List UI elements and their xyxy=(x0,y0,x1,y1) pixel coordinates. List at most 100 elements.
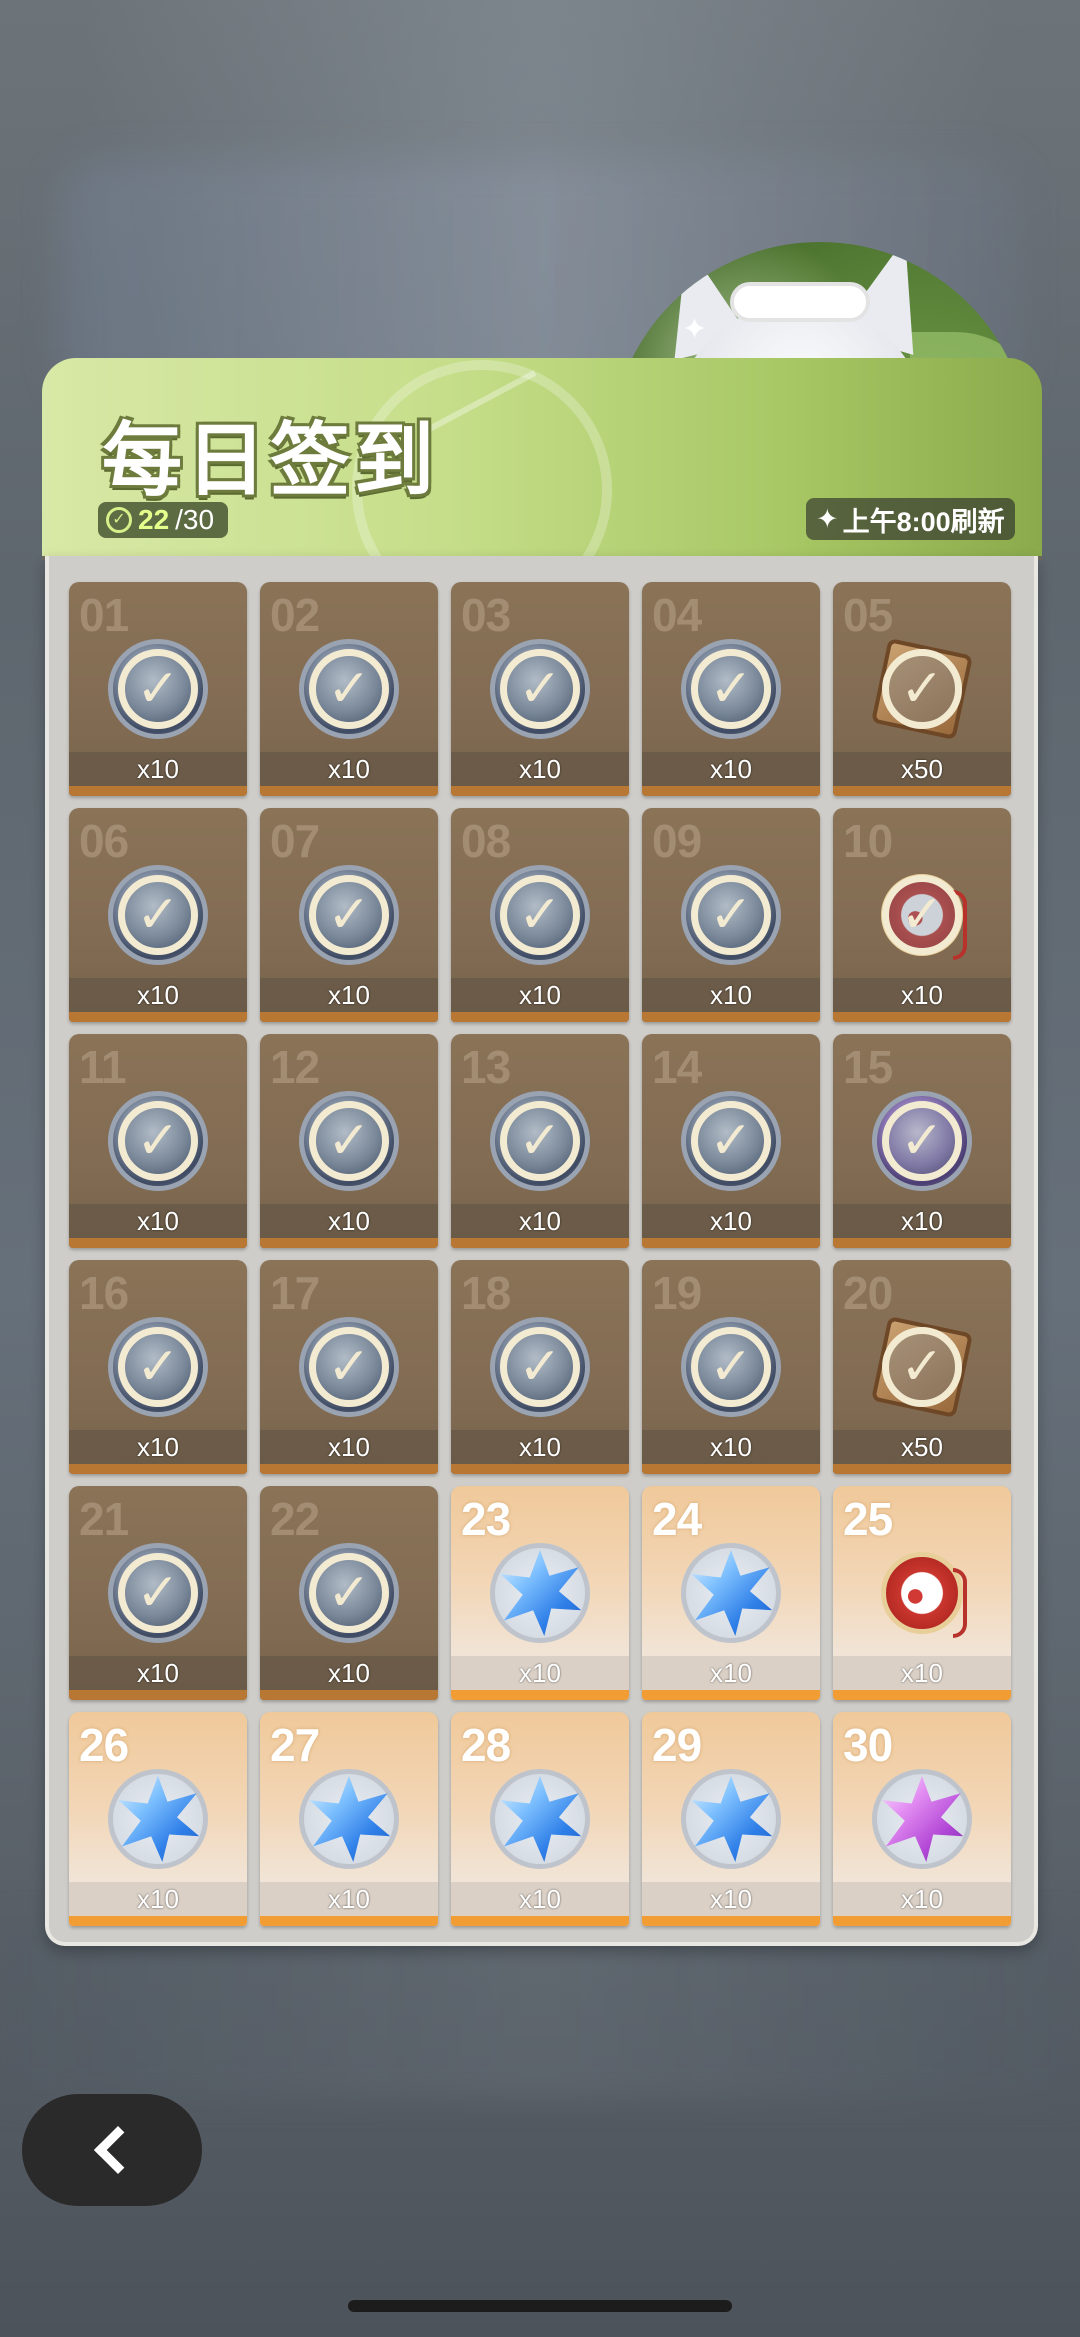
reward-cell-day-24[interactable]: 24 x10 xyxy=(642,1486,820,1700)
medal-icon: ✓ xyxy=(103,634,213,744)
blue-crystal-icon xyxy=(294,1764,404,1874)
reward-cell-day-19[interactable]: 19 ✓ x10 xyxy=(642,1260,820,1474)
reward-cell-day-23[interactable]: 23 x10 xyxy=(451,1486,629,1700)
claimed-check-icon: ✓ xyxy=(118,875,198,955)
claimed-check-icon: ✓ xyxy=(118,1553,198,1633)
reward-quantity: x10 xyxy=(137,979,179,1010)
paw-pouch-icon: ● xyxy=(867,1538,977,1648)
quantity-bar: x10 xyxy=(69,1882,247,1916)
claimed-check-icon: ✓ xyxy=(118,1101,198,1181)
reward-cell-day-30[interactable]: 30 x10 xyxy=(833,1712,1011,1926)
reward-quantity: x10 xyxy=(710,1205,752,1236)
blue-crystal-icon xyxy=(485,1538,595,1648)
claimed-check-icon: ✓ xyxy=(882,1101,962,1181)
cell-stripe xyxy=(833,1916,1011,1926)
reward-cell-day-17[interactable]: 17 ✓ x10 xyxy=(260,1260,438,1474)
quantity-bar: x10 xyxy=(451,978,629,1012)
cell-stripe xyxy=(69,1464,247,1474)
reward-cell-day-04[interactable]: 04 ✓ x10 xyxy=(642,582,820,796)
medal-icon: ✓ xyxy=(676,1086,786,1196)
quantity-bar: x10 xyxy=(69,1656,247,1690)
chevron-left-icon xyxy=(93,2125,143,2175)
reward-cell-day-26[interactable]: 26 x10 xyxy=(69,1712,247,1926)
cell-stripe xyxy=(833,1690,1011,1700)
reward-quantity: x10 xyxy=(328,1431,370,1462)
medal-icon: ✓ xyxy=(676,634,786,744)
reward-quantity: x10 xyxy=(137,753,179,784)
medal-icon: ✓ xyxy=(294,1538,404,1648)
quantity-bar: x10 xyxy=(260,1430,438,1464)
reward-cell-day-18[interactable]: 18 ✓ x10 xyxy=(451,1260,629,1474)
quantity-bar: x10 xyxy=(260,978,438,1012)
quantity-bar: x10 xyxy=(642,1430,820,1464)
quantity-bar: x10 xyxy=(451,752,629,786)
cell-stripe xyxy=(69,1690,247,1700)
reward-quantity: x10 xyxy=(519,979,561,1010)
reward-cell-day-20[interactable]: 20 ✓ x50 xyxy=(833,1260,1011,1474)
reward-cell-day-02[interactable]: 02 ✓ x10 xyxy=(260,582,438,796)
reward-quantity: x10 xyxy=(901,1657,943,1688)
cell-stripe xyxy=(833,1012,1011,1022)
reward-cell-day-15[interactable]: 15 ✓ x10 xyxy=(833,1034,1011,1248)
reward-quantity: x10 xyxy=(901,1205,943,1236)
quantity-bar: x10 xyxy=(260,1656,438,1690)
medal-icon: ✓ xyxy=(294,1312,404,1422)
reward-quantity: x10 xyxy=(519,753,561,784)
medal-icon: ✓ xyxy=(103,1312,213,1422)
cell-stripe xyxy=(833,1464,1011,1474)
cell-stripe xyxy=(833,1238,1011,1248)
reward-quantity: x10 xyxy=(519,1657,561,1688)
purple-crystal-icon xyxy=(867,1764,977,1874)
reward-quantity: x10 xyxy=(710,1431,752,1462)
back-button[interactable] xyxy=(22,2094,202,2206)
reward-cell-day-29[interactable]: 29 x10 xyxy=(642,1712,820,1926)
home-indicator xyxy=(348,2300,732,2312)
cell-stripe xyxy=(260,786,438,796)
blue-crystal-icon xyxy=(485,1764,595,1874)
reward-cell-day-09[interactable]: 09 ✓ x10 xyxy=(642,808,820,1022)
reward-quantity: x10 xyxy=(328,1883,370,1914)
reward-cell-day-25[interactable]: 25 ● x10 xyxy=(833,1486,1011,1700)
medal-icon: ✓ xyxy=(294,860,404,970)
medal-icon: ✓ xyxy=(294,1086,404,1196)
reward-cell-day-12[interactable]: 12 ✓ x10 xyxy=(260,1034,438,1248)
reward-quantity: x10 xyxy=(519,1883,561,1914)
reward-cell-day-08[interactable]: 08 ✓ x10 xyxy=(451,808,629,1022)
reward-cell-day-27[interactable]: 27 x10 xyxy=(260,1712,438,1926)
quantity-bar: x10 xyxy=(69,1204,247,1238)
reward-cell-day-06[interactable]: 06 ✓ x10 xyxy=(69,808,247,1022)
quantity-bar: x10 xyxy=(451,1430,629,1464)
reward-cell-day-13[interactable]: 13 ✓ x10 xyxy=(451,1034,629,1248)
quantity-bar: x10 xyxy=(451,1204,629,1238)
ticket-icon: ✓ xyxy=(867,634,977,744)
reward-quantity: x10 xyxy=(328,1657,370,1688)
claimed-check-icon: ✓ xyxy=(500,875,580,955)
reward-cell-day-21[interactable]: 21 ✓ x10 xyxy=(69,1486,247,1700)
reward-cell-day-14[interactable]: 14 ✓ x10 xyxy=(642,1034,820,1248)
claimed-check-icon: ✓ xyxy=(118,1327,198,1407)
claimed-check-icon: ✓ xyxy=(309,1101,389,1181)
reward-cell-day-05[interactable]: 05 ✓ x50 xyxy=(833,582,1011,796)
reward-cell-day-01[interactable]: 01 ✓ x10 xyxy=(69,582,247,796)
medal-icon: ✓ xyxy=(676,1312,786,1422)
reward-panel: 01 ✓ x10 02 ✓ x10 03 ✓ x10 04 ✓ x10 05 ✓ x50 06 ✓ x10 07 ✓ x… xyxy=(45,556,1038,1946)
reward-quantity: x10 xyxy=(137,1883,179,1914)
reward-cell-day-10[interactable]: 10 ● ✓ x10 xyxy=(833,808,1011,1022)
quantity-bar: x10 xyxy=(69,1430,247,1464)
reward-cell-day-07[interactable]: 07 ✓ x10 xyxy=(260,808,438,1022)
reward-grid: 01 ✓ x10 02 ✓ x10 03 ✓ x10 04 ✓ x10 05 ✓ x50 06 ✓ x10 07 ✓ x… xyxy=(69,582,1011,1926)
progress-current: 22 xyxy=(138,504,170,535)
medal-icon: ✓ xyxy=(103,860,213,970)
reward-cell-day-16[interactable]: 16 ✓ x10 xyxy=(69,1260,247,1474)
quantity-bar: x10 xyxy=(642,1882,820,1916)
quantity-bar: x10 xyxy=(642,1204,820,1238)
reward-cell-day-03[interactable]: 03 ✓ x10 xyxy=(451,582,629,796)
reward-quantity: x10 xyxy=(710,979,752,1010)
reward-cell-day-22[interactable]: 22 ✓ x10 xyxy=(260,1486,438,1700)
reward-cell-day-11[interactable]: 11 ✓ x10 xyxy=(69,1034,247,1248)
blue-crystal-icon xyxy=(103,1764,213,1874)
cell-stripe xyxy=(451,1690,629,1700)
reward-quantity: x10 xyxy=(137,1657,179,1688)
quantity-bar: x10 xyxy=(833,1656,1011,1690)
reward-cell-day-28[interactable]: 28 x10 xyxy=(451,1712,629,1926)
